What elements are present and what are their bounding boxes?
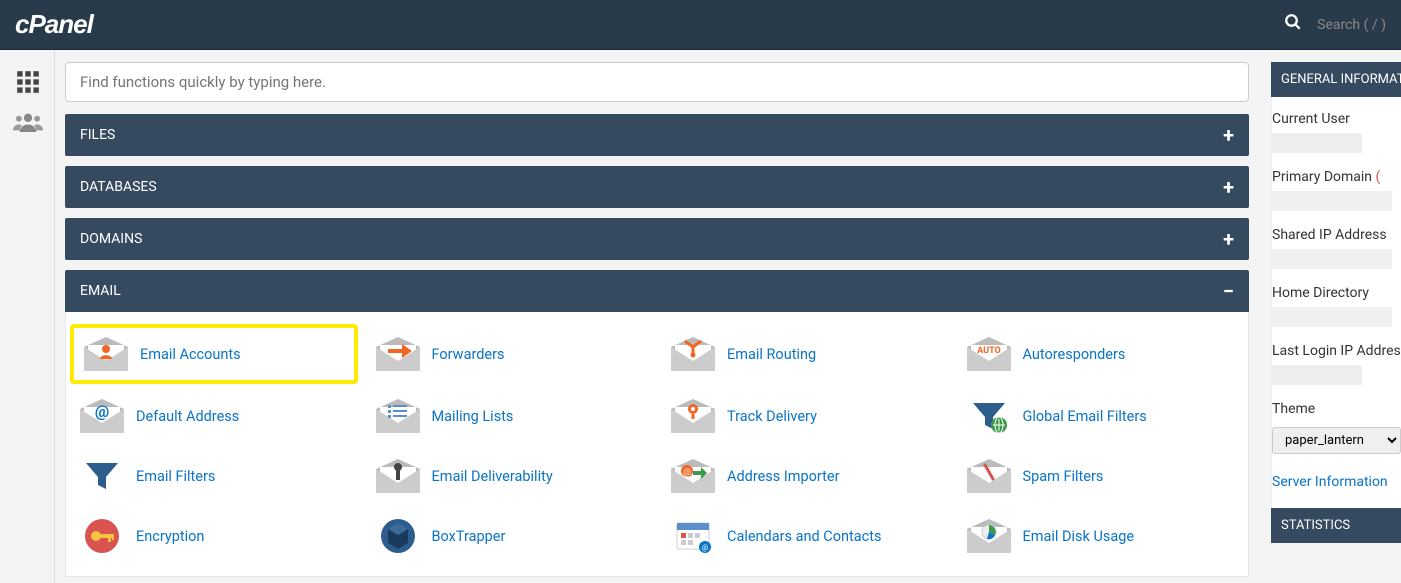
mailing-lists-icon xyxy=(374,396,422,436)
home-dir-label: Home Directory xyxy=(1272,285,1401,301)
top-search-placeholder: Search ( / ) xyxy=(1317,17,1386,33)
app-label: Calendars and Contacts xyxy=(727,528,881,545)
app-autoresponders[interactable]: AUTO Autoresponders xyxy=(953,322,1249,386)
theme-label: Theme xyxy=(1272,401,1401,417)
spam-filters-icon xyxy=(965,456,1013,496)
app-label: Email Accounts xyxy=(140,346,241,363)
expand-icon: + xyxy=(1223,177,1234,197)
app-label: Encryption xyxy=(136,528,204,545)
app-email-accounts[interactable]: Email Accounts xyxy=(70,324,358,384)
email-section-body: Email Accounts Forwarders Email Routing … xyxy=(65,312,1249,577)
expand-icon: + xyxy=(1223,229,1234,249)
app-email-filters[interactable]: Email Filters xyxy=(66,446,362,506)
app-label: Email Filters xyxy=(136,468,215,485)
app-default-address[interactable]: @ Default Address xyxy=(66,386,362,446)
app-address-importer[interactable]: @ Address Importer xyxy=(657,446,953,506)
section-email-title: EMAIL xyxy=(80,283,121,299)
section-email[interactable]: EMAIL − xyxy=(65,270,1249,312)
app-track-delivery[interactable]: Track Delivery xyxy=(657,386,953,446)
app-label: BoxTrapper xyxy=(432,528,506,545)
function-search-input[interactable] xyxy=(65,62,1249,102)
app-calendars-contacts[interactable]: @ Calendars and Contacts xyxy=(657,506,953,566)
apps-grid-icon[interactable] xyxy=(0,62,55,102)
left-nav xyxy=(0,50,55,583)
svg-text:@: @ xyxy=(702,544,708,552)
calendars-contacts-icon: @ xyxy=(669,516,717,556)
shared-ip-label: Shared IP Address xyxy=(1272,227,1401,243)
section-databases-title: DATABASES xyxy=(80,179,157,195)
primary-domain-value xyxy=(1272,191,1392,211)
svg-text:AUTO: AUTO xyxy=(977,346,1001,356)
app-label: Default Address xyxy=(136,408,239,425)
svg-text:@: @ xyxy=(95,402,109,421)
app-encryption[interactable]: Encryption xyxy=(66,506,362,566)
server-info-link[interactable]: Server Information xyxy=(1272,464,1401,500)
email-routing-icon xyxy=(669,334,717,374)
users-icon[interactable] xyxy=(0,102,55,142)
email-disk-usage-icon xyxy=(965,516,1013,556)
app-label: Forwarders xyxy=(432,346,505,363)
right-panel: GENERAL INFORMATION Current User Primary… xyxy=(1261,50,1401,583)
svg-text:@: @ xyxy=(683,468,691,478)
section-files[interactable]: FILES + xyxy=(65,114,1249,156)
theme-select[interactable]: paper_lantern xyxy=(1272,427,1401,454)
app-label: Global Email Filters xyxy=(1023,408,1147,425)
app-mailing-lists[interactable]: Mailing Lists xyxy=(362,386,658,446)
app-label: Autoresponders xyxy=(1023,346,1126,363)
general-info-header: GENERAL INFORMATION xyxy=(1271,62,1401,97)
email-accounts-icon xyxy=(82,334,130,374)
address-importer-icon: @ xyxy=(669,456,717,496)
collapse-icon: − xyxy=(1223,281,1234,301)
shared-ip-value xyxy=(1272,249,1392,269)
top-bar: cPanel Search ( / ) xyxy=(0,0,1401,50)
primary-domain-label: Primary Domain ( xyxy=(1272,169,1401,185)
cpanel-logo[interactable]: cPanel xyxy=(15,9,93,40)
email-filters-icon xyxy=(78,456,126,496)
app-label: Spam Filters xyxy=(1023,468,1104,485)
app-label: Track Delivery xyxy=(727,408,817,425)
last-login-label: Last Login IP Address xyxy=(1272,343,1401,359)
main-content: FILES + DATABASES + DOMAINS + EMAIL − Em… xyxy=(55,50,1261,583)
section-files-title: FILES xyxy=(80,127,115,143)
track-delivery-icon xyxy=(669,396,717,436)
section-domains[interactable]: DOMAINS + xyxy=(65,218,1249,260)
app-label: Mailing Lists xyxy=(432,408,514,425)
global-email-filters-icon xyxy=(965,396,1013,436)
section-databases[interactable]: DATABASES + xyxy=(65,166,1249,208)
search-icon[interactable] xyxy=(1284,13,1302,36)
app-spam-filters[interactable]: Spam Filters xyxy=(953,446,1249,506)
home-dir-value xyxy=(1272,307,1392,327)
app-global-email-filters[interactable]: Global Email Filters xyxy=(953,386,1249,446)
app-label: Email Routing xyxy=(727,346,816,363)
app-forwarders[interactable]: Forwarders xyxy=(362,322,658,386)
forwarders-icon xyxy=(374,334,422,374)
autoresponders-icon: AUTO xyxy=(965,334,1013,374)
current-user-value xyxy=(1272,133,1362,153)
statistics-header: STATISTICS xyxy=(1271,508,1401,543)
email-deliverability-icon xyxy=(374,456,422,496)
general-info-body: Current User Primary Domain ( Shared IP … xyxy=(1271,97,1401,508)
top-search[interactable]: Search ( / ) xyxy=(1284,13,1386,36)
default-address-icon: @ xyxy=(78,396,126,436)
last-login-value xyxy=(1272,365,1362,385)
expand-icon: + xyxy=(1223,125,1234,145)
app-label: Address Importer xyxy=(727,468,840,485)
encryption-icon xyxy=(78,516,126,556)
app-email-disk-usage[interactable]: Email Disk Usage xyxy=(953,506,1249,566)
app-label: Email Disk Usage xyxy=(1023,528,1135,545)
app-boxtrapper[interactable]: BoxTrapper xyxy=(362,506,658,566)
app-email-routing[interactable]: Email Routing xyxy=(657,322,953,386)
app-email-deliverability[interactable]: Email Deliverability xyxy=(362,446,658,506)
boxtrapper-icon xyxy=(374,516,422,556)
app-label: Email Deliverability xyxy=(432,468,553,485)
current-user-label: Current User xyxy=(1272,111,1401,127)
section-domains-title: DOMAINS xyxy=(80,231,142,247)
